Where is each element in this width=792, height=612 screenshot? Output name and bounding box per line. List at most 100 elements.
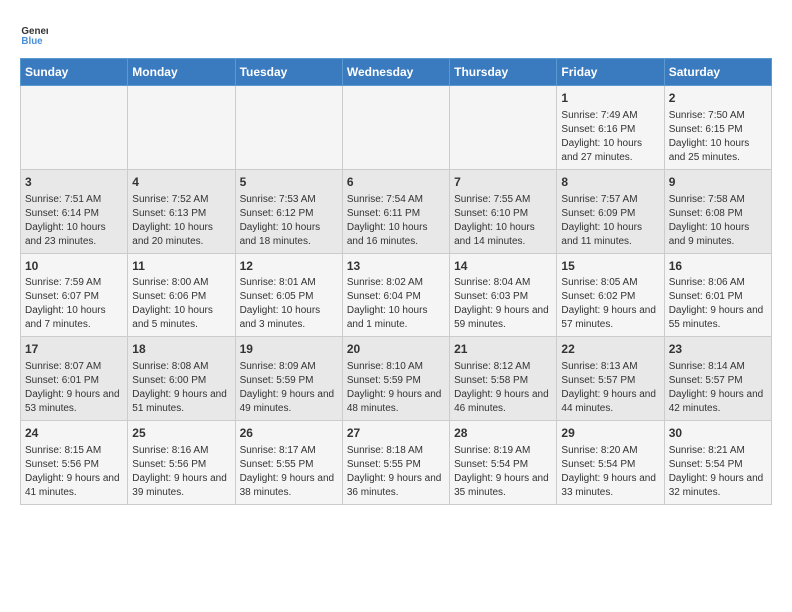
page-header: General Blue (20, 20, 772, 48)
day-number: 13 (347, 258, 445, 275)
day-info: Sunrise: 8:07 AM (25, 360, 123, 374)
day-info: Sunset: 6:14 PM (25, 207, 123, 221)
weekday-header-saturday: Saturday (664, 59, 771, 86)
day-info: Sunrise: 7:57 AM (561, 193, 659, 207)
day-info: Daylight: 9 hours and 42 minutes. (669, 388, 767, 416)
day-info: Sunset: 5:58 PM (454, 374, 552, 388)
day-info: Sunset: 5:54 PM (561, 458, 659, 472)
day-info: Daylight: 9 hours and 57 minutes. (561, 304, 659, 332)
svg-text:Blue: Blue (21, 36, 43, 47)
weekday-header-tuesday: Tuesday (235, 59, 342, 86)
day-info: Sunrise: 8:10 AM (347, 360, 445, 374)
day-info: Sunrise: 7:58 AM (669, 193, 767, 207)
day-info: Sunrise: 7:53 AM (240, 193, 338, 207)
weekday-header-monday: Monday (128, 59, 235, 86)
calendar-cell: 13Sunrise: 8:02 AMSunset: 6:04 PMDayligh… (342, 253, 449, 337)
day-info: Daylight: 10 hours and 16 minutes. (347, 221, 445, 249)
calendar-cell: 24Sunrise: 8:15 AMSunset: 5:56 PMDayligh… (21, 421, 128, 505)
day-info: Daylight: 10 hours and 5 minutes. (132, 304, 230, 332)
day-number: 3 (25, 174, 123, 191)
day-info: Sunrise: 8:05 AM (561, 276, 659, 290)
calendar-header: SundayMondayTuesdayWednesdayThursdayFrid… (21, 59, 772, 86)
day-info: Daylight: 9 hours and 41 minutes. (25, 472, 123, 500)
day-number: 1 (561, 90, 659, 107)
day-info: Daylight: 9 hours and 46 minutes. (454, 388, 552, 416)
day-info: Sunrise: 7:55 AM (454, 193, 552, 207)
day-info: Daylight: 9 hours and 53 minutes. (25, 388, 123, 416)
day-info: Sunrise: 8:06 AM (669, 276, 767, 290)
day-number: 12 (240, 258, 338, 275)
day-info: Sunset: 5:55 PM (347, 458, 445, 472)
day-number: 2 (669, 90, 767, 107)
weekday-header-wednesday: Wednesday (342, 59, 449, 86)
weekday-header-row: SundayMondayTuesdayWednesdayThursdayFrid… (21, 59, 772, 86)
calendar-table: SundayMondayTuesdayWednesdayThursdayFrid… (20, 58, 772, 505)
calendar-week-1: 1Sunrise: 7:49 AMSunset: 6:16 PMDaylight… (21, 86, 772, 170)
day-number: 8 (561, 174, 659, 191)
day-info: Sunset: 6:12 PM (240, 207, 338, 221)
day-info: Sunrise: 7:51 AM (25, 193, 123, 207)
day-info: Daylight: 9 hours and 33 minutes. (561, 472, 659, 500)
calendar-cell (21, 86, 128, 170)
calendar-cell: 22Sunrise: 8:13 AMSunset: 5:57 PMDayligh… (557, 337, 664, 421)
day-info: Daylight: 9 hours and 59 minutes. (454, 304, 552, 332)
calendar-cell: 26Sunrise: 8:17 AMSunset: 5:55 PMDayligh… (235, 421, 342, 505)
calendar-week-3: 10Sunrise: 7:59 AMSunset: 6:07 PMDayligh… (21, 253, 772, 337)
day-info: Sunrise: 8:02 AM (347, 276, 445, 290)
day-number: 15 (561, 258, 659, 275)
day-info: Daylight: 10 hours and 20 minutes. (132, 221, 230, 249)
day-info: Daylight: 10 hours and 23 minutes. (25, 221, 123, 249)
calendar-cell: 10Sunrise: 7:59 AMSunset: 6:07 PMDayligh… (21, 253, 128, 337)
day-info: Sunrise: 8:00 AM (132, 276, 230, 290)
calendar-cell (128, 86, 235, 170)
day-number: 10 (25, 258, 123, 275)
day-info: Sunset: 6:05 PM (240, 290, 338, 304)
day-info: Sunrise: 8:04 AM (454, 276, 552, 290)
day-info: Sunset: 5:57 PM (669, 374, 767, 388)
day-number: 18 (132, 341, 230, 358)
calendar-cell: 1Sunrise: 7:49 AMSunset: 6:16 PMDaylight… (557, 86, 664, 170)
day-info: Sunset: 6:07 PM (25, 290, 123, 304)
day-info: Daylight: 9 hours and 32 minutes. (669, 472, 767, 500)
calendar-cell: 5 Sunrise: 7:53 AMSunset: 6:12 PMDaylight… (235, 169, 342, 253)
day-info: Daylight: 10 hours and 9 minutes. (669, 221, 767, 249)
day-info: Daylight: 9 hours and 55 minutes. (669, 304, 767, 332)
day-info: Sunrise: 7:54 AM (347, 193, 445, 207)
day-info: Sunset: 6:10 PM (454, 207, 552, 221)
day-info: Sunset: 5:56 PM (25, 458, 123, 472)
calendar-cell: 3 Sunrise: 7:51 AMSunset: 6:14 PMDaylight… (21, 169, 128, 253)
day-number: 5 (240, 174, 338, 191)
day-number: 25 (132, 425, 230, 442)
day-info: Sunset: 6:03 PM (454, 290, 552, 304)
day-info: Sunset: 6:09 PM (561, 207, 659, 221)
day-info: Daylight: 10 hours and 18 minutes. (240, 221, 338, 249)
calendar-cell: 20Sunrise: 8:10 AMSunset: 5:59 PMDayligh… (342, 337, 449, 421)
day-info: Sunrise: 8:01 AM (240, 276, 338, 290)
day-info: Daylight: 10 hours and 7 minutes. (25, 304, 123, 332)
calendar-cell (342, 86, 449, 170)
logo-icon: General Blue (20, 20, 48, 48)
day-info: Sunrise: 7:50 AM (669, 109, 767, 123)
day-number: 29 (561, 425, 659, 442)
day-info: Sunset: 6:08 PM (669, 207, 767, 221)
calendar-cell: 30Sunrise: 8:21 AMSunset: 5:54 PMDayligh… (664, 421, 771, 505)
day-info: Sunrise: 8:16 AM (132, 444, 230, 458)
day-number: 19 (240, 341, 338, 358)
day-info: Daylight: 10 hours and 11 minutes. (561, 221, 659, 249)
calendar-cell: 11Sunrise: 8:00 AMSunset: 6:06 PMDayligh… (128, 253, 235, 337)
calendar-cell: 2Sunrise: 7:50 AMSunset: 6:15 PMDaylight… (664, 86, 771, 170)
day-number: 23 (669, 341, 767, 358)
day-info: Sunset: 6:06 PM (132, 290, 230, 304)
calendar-cell: 16Sunrise: 8:06 AMSunset: 6:01 PMDayligh… (664, 253, 771, 337)
day-info: Sunrise: 8:09 AM (240, 360, 338, 374)
calendar-cell: 17Sunrise: 8:07 AMSunset: 6:01 PMDayligh… (21, 337, 128, 421)
day-number: 16 (669, 258, 767, 275)
calendar-cell (235, 86, 342, 170)
day-info: Sunset: 6:00 PM (132, 374, 230, 388)
day-number: 28 (454, 425, 552, 442)
day-info: Sunset: 6:02 PM (561, 290, 659, 304)
day-info: Sunset: 5:55 PM (240, 458, 338, 472)
day-info: Daylight: 9 hours and 48 minutes. (347, 388, 445, 416)
day-info: Sunset: 5:54 PM (454, 458, 552, 472)
day-info: Sunrise: 8:15 AM (25, 444, 123, 458)
